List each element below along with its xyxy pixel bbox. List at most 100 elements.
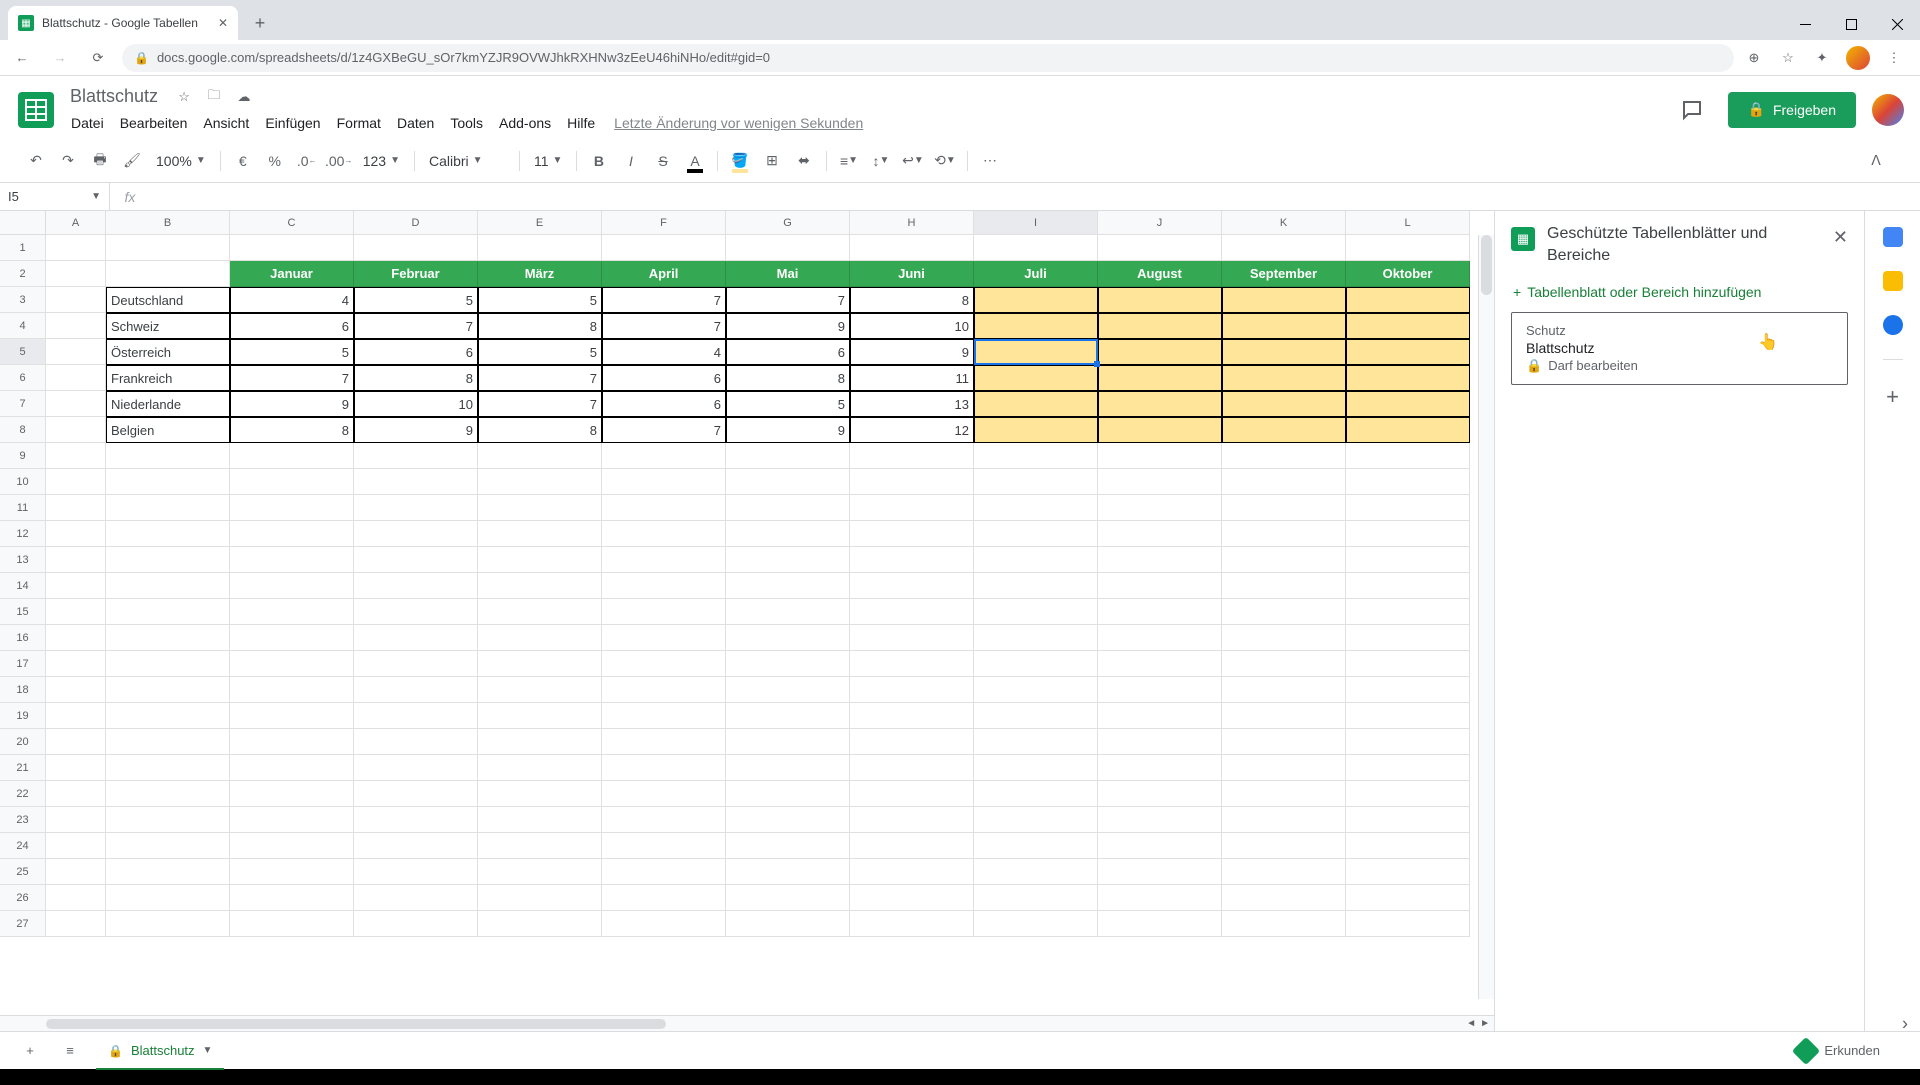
cell[interactable] xyxy=(726,729,850,755)
row-header[interactable]: 4 xyxy=(0,313,46,339)
cell[interactable] xyxy=(46,443,106,469)
row-header[interactable]: 11 xyxy=(0,495,46,521)
cell[interactable] xyxy=(602,885,726,911)
cell[interactable] xyxy=(974,235,1098,261)
cell[interactable] xyxy=(850,235,974,261)
cell[interactable] xyxy=(726,755,850,781)
column-header[interactable]: C xyxy=(230,211,354,235)
cell[interactable]: 7 xyxy=(602,417,726,443)
row-header[interactable]: 22 xyxy=(0,781,46,807)
cell[interactable]: 6 xyxy=(602,391,726,417)
cell[interactable] xyxy=(850,729,974,755)
cell[interactable]: August xyxy=(1098,261,1222,287)
cell[interactable] xyxy=(726,235,850,261)
cell[interactable] xyxy=(1346,807,1470,833)
cell[interactable] xyxy=(850,833,974,859)
cell[interactable]: 8 xyxy=(726,365,850,391)
cell[interactable]: 9 xyxy=(354,417,478,443)
cloud-status-icon[interactable]: ☁ xyxy=(234,87,254,107)
menu-ansicht[interactable]: Ansicht xyxy=(196,111,256,135)
cell[interactable] xyxy=(850,885,974,911)
cell[interactable] xyxy=(478,859,602,885)
add-sidebar-button[interactable]: + xyxy=(1886,384,1899,410)
cell[interactable] xyxy=(230,781,354,807)
cell[interactable] xyxy=(974,313,1098,339)
collapse-toolbar-button[interactable]: ᐱ xyxy=(1862,147,1890,175)
cell[interactable] xyxy=(850,859,974,885)
cell[interactable] xyxy=(1346,833,1470,859)
cell[interactable] xyxy=(106,235,230,261)
cell[interactable] xyxy=(478,911,602,937)
column-header[interactable]: G xyxy=(726,211,850,235)
row-header[interactable]: 21 xyxy=(0,755,46,781)
cell[interactable] xyxy=(974,703,1098,729)
cell[interactable] xyxy=(974,911,1098,937)
cell[interactable] xyxy=(850,547,974,573)
cell[interactable] xyxy=(602,443,726,469)
cell[interactable] xyxy=(1346,547,1470,573)
cell[interactable] xyxy=(974,287,1098,313)
v-align-button[interactable]: ↕▼ xyxy=(867,147,895,175)
row-header[interactable]: 16 xyxy=(0,625,46,651)
cell[interactable] xyxy=(230,443,354,469)
extensions-icon[interactable]: ✦ xyxy=(1812,48,1832,68)
cell[interactable] xyxy=(1346,651,1470,677)
browser-menu-icon[interactable]: ⋮ xyxy=(1884,48,1904,68)
reload-button[interactable]: ⟳ xyxy=(84,44,112,72)
cell[interactable] xyxy=(230,729,354,755)
cell[interactable] xyxy=(478,599,602,625)
cell[interactable] xyxy=(1346,339,1470,365)
menu-format[interactable]: Format xyxy=(330,111,388,135)
cell[interactable] xyxy=(354,469,478,495)
cell[interactable] xyxy=(974,807,1098,833)
cell[interactable] xyxy=(1346,287,1470,313)
cell[interactable] xyxy=(1098,287,1222,313)
cell[interactable] xyxy=(230,625,354,651)
cell[interactable]: 7 xyxy=(602,313,726,339)
cell[interactable] xyxy=(478,469,602,495)
cell[interactable] xyxy=(46,235,106,261)
cell[interactable] xyxy=(354,495,478,521)
cell[interactable]: Januar xyxy=(230,261,354,287)
cell[interactable] xyxy=(726,469,850,495)
explore-button[interactable]: Erkunden xyxy=(1796,1041,1880,1061)
cell[interactable] xyxy=(726,495,850,521)
decrease-decimal-button[interactable]: .0← xyxy=(293,147,321,175)
cell[interactable] xyxy=(478,807,602,833)
cell[interactable] xyxy=(1222,521,1346,547)
cell[interactable] xyxy=(850,599,974,625)
column-header[interactable]: D xyxy=(354,211,478,235)
cell[interactable] xyxy=(726,885,850,911)
cell[interactable] xyxy=(106,443,230,469)
cell[interactable] xyxy=(1346,781,1470,807)
cell[interactable] xyxy=(726,443,850,469)
cell[interactable] xyxy=(1098,833,1222,859)
cell[interactable] xyxy=(1346,625,1470,651)
fill-color-button[interactable]: 🪣 xyxy=(726,147,754,175)
borders-button[interactable]: ⊞ xyxy=(758,147,786,175)
cell[interactable]: 10 xyxy=(850,313,974,339)
cell[interactable] xyxy=(478,755,602,781)
row-header[interactable]: 15 xyxy=(0,599,46,625)
last-edit-link[interactable]: Letzte Änderung vor wenigen Sekunden xyxy=(604,111,873,135)
cell[interactable]: 6 xyxy=(230,313,354,339)
cell[interactable] xyxy=(478,651,602,677)
cell[interactable] xyxy=(46,703,106,729)
cell[interactable] xyxy=(230,469,354,495)
cell[interactable] xyxy=(1098,755,1222,781)
all-sheets-button[interactable]: ≡ xyxy=(56,1037,84,1065)
merge-button[interactable]: ⬌ xyxy=(790,147,818,175)
tasks-icon[interactable] xyxy=(1883,315,1903,335)
cell[interactable] xyxy=(106,495,230,521)
cell[interactable]: April xyxy=(602,261,726,287)
strikethrough-button[interactable]: S xyxy=(649,147,677,175)
cell[interactable] xyxy=(230,677,354,703)
cell[interactable] xyxy=(1098,703,1222,729)
cell[interactable] xyxy=(46,807,106,833)
cell[interactable] xyxy=(106,261,230,287)
rotate-button[interactable]: ⟲▼ xyxy=(931,147,959,175)
menu-hilfe[interactable]: Hilfe xyxy=(560,111,602,135)
cell[interactable] xyxy=(46,287,106,313)
cell[interactable] xyxy=(46,547,106,573)
row-header[interactable]: 10 xyxy=(0,469,46,495)
